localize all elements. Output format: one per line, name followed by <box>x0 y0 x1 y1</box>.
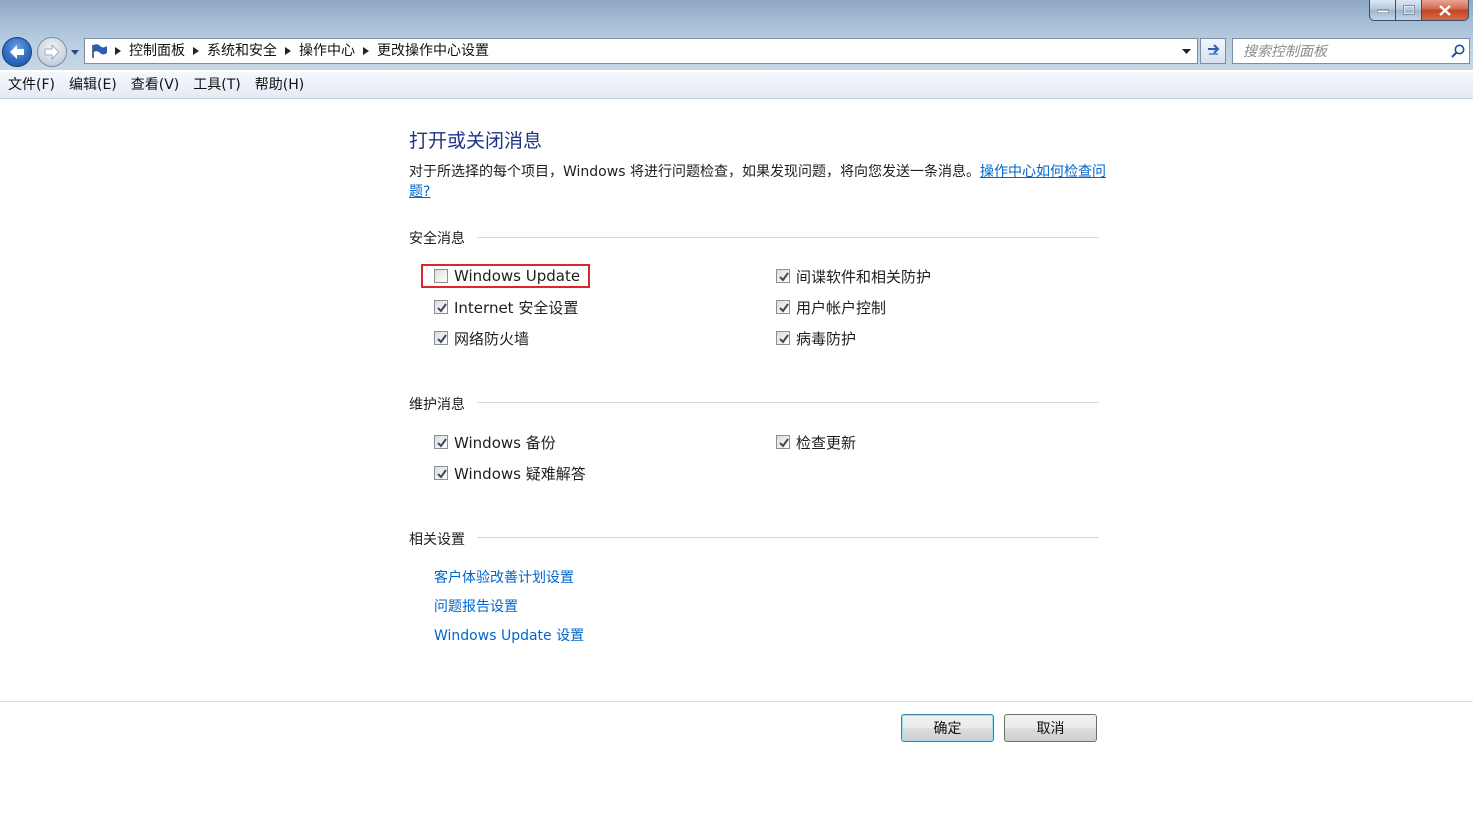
checkmark-icon <box>437 438 447 448</box>
checkbox-virus-protection[interactable]: 病毒防护 <box>776 327 856 349</box>
section-heading-related: 相关设置 <box>409 532 465 548</box>
recent-pages-dropdown[interactable] <box>70 47 80 57</box>
checkbox-spyware-protection[interactable]: 间谍软件和相关防护 <box>776 265 931 287</box>
breadcrumb-separator-icon[interactable] <box>189 39 203 63</box>
section-heading-security: 安全消息 <box>409 231 465 247</box>
checkbox-checked[interactable] <box>434 300 448 314</box>
checkbox-checked[interactable] <box>776 435 790 449</box>
checkmark-icon <box>437 334 447 344</box>
search-placeholder: 搜索控制面板 <box>1243 44 1327 60</box>
menu-help[interactable]: 帮助(H) <box>248 72 311 99</box>
checkbox-label: 用户帐户控制 <box>796 298 887 317</box>
section-divider <box>477 537 1099 538</box>
menu-bar: 文件(F) 编辑(E) 查看(V) 工具(T) 帮助(H) <box>0 72 1473 99</box>
breadcrumb-action-center[interactable]: 操作中心 <box>295 39 359 63</box>
breadcrumb-system-security[interactable]: 系统和安全 <box>203 39 281 63</box>
breadcrumb-current-page[interactable]: 更改操作中心设置 <box>373 39 493 63</box>
back-button[interactable] <box>2 37 32 67</box>
checkbox-label: Internet 安全设置 <box>454 298 579 317</box>
address-bar[interactable]: 控制面板 系统和安全 操作中心 更改操作中心设置 <box>84 38 1198 64</box>
checkbox-checked[interactable] <box>434 435 448 449</box>
cancel-button[interactable]: 取消 <box>1004 714 1097 742</box>
checkbox-windows-troubleshooting[interactable]: Windows 疑难解答 <box>434 462 586 484</box>
checkbox-checked[interactable] <box>776 300 790 314</box>
close-button[interactable] <box>1422 0 1469 21</box>
menu-file[interactable]: 文件(F) <box>1 72 62 99</box>
checkbox-internet-security[interactable]: Internet 安全设置 <box>434 296 578 318</box>
window-controls <box>1369 0 1469 21</box>
maximize-button[interactable] <box>1396 0 1422 21</box>
section-divider <box>477 237 1099 238</box>
checkbox-label: Windows 疑难解答 <box>454 464 586 483</box>
close-icon <box>1439 4 1451 16</box>
content-area: 打开或关闭消息 对于所选择的每个项目，Windows 将进行问题检查，如果发现问… <box>0 100 1473 700</box>
checkmark-icon <box>779 303 789 313</box>
back-arrow-icon <box>10 45 24 59</box>
section-heading-maintenance: 维护消息 <box>409 397 465 413</box>
checkbox-check-updates[interactable]: 检查更新 <box>776 431 856 453</box>
action-center-flag-icon <box>87 39 111 63</box>
checkmark-icon <box>779 438 789 448</box>
refresh-icon <box>1208 44 1220 55</box>
refresh-button[interactable] <box>1200 38 1226 64</box>
search-icon[interactable] <box>1447 39 1469 63</box>
search-input[interactable]: 搜索控制面板 <box>1232 38 1470 64</box>
footer-divider <box>0 701 1473 702</box>
checkmark-icon <box>437 469 447 479</box>
chevron-down-icon <box>71 49 79 55</box>
link-problem-reporting[interactable]: 问题报告设置 <box>434 596 518 616</box>
checkmark-icon <box>779 272 789 282</box>
menu-tools[interactable]: 工具(T) <box>186 72 247 99</box>
forward-arrow-icon <box>44 44 60 60</box>
checkbox-checked[interactable] <box>776 331 790 345</box>
menu-view[interactable]: 查看(V) <box>124 72 187 99</box>
minimize-icon <box>1376 9 1389 13</box>
minimize-button[interactable] <box>1369 0 1396 21</box>
description-text: 对于所选择的每个项目，Windows 将进行问题检查，如果发现问题，将向您发送一… <box>409 164 980 180</box>
checkbox-user-account-control[interactable]: 用户帐户控制 <box>776 296 886 318</box>
checkbox-windows-update[interactable]: Windows Update <box>434 265 580 287</box>
checkbox-label: 病毒防护 <box>796 329 857 348</box>
checkbox-checked[interactable] <box>434 466 448 480</box>
checkbox-windows-backup[interactable]: Windows 备份 <box>434 431 556 453</box>
checkbox-label: Windows Update <box>454 267 581 285</box>
checkbox-network-firewall[interactable]: 网络防火墙 <box>434 327 529 349</box>
checkbox-label: 检查更新 <box>796 433 857 452</box>
checkbox-label: 间谍软件和相关防护 <box>796 267 932 286</box>
checkmark-icon <box>779 334 789 344</box>
restore-icon <box>1402 5 1415 15</box>
section-divider <box>477 402 1099 403</box>
chevron-down-icon <box>1181 48 1191 54</box>
checkbox-label: Windows 备份 <box>454 433 556 452</box>
link-customer-experience[interactable]: 客户体验改善计划设置 <box>434 567 574 587</box>
checkbox-unchecked[interactable] <box>434 269 448 283</box>
forward-button[interactable] <box>37 37 67 67</box>
checkbox-checked[interactable] <box>776 269 790 283</box>
checkmark-icon <box>437 303 447 313</box>
breadcrumb-separator-icon[interactable] <box>359 39 373 63</box>
link-windows-update-settings[interactable]: Windows Update 设置 <box>434 625 584 645</box>
page-description: 对于所选择的每个项目，Windows 将进行问题检查，如果发现问题，将向您发送一… <box>409 162 1119 202</box>
checkbox-label: 网络防火墙 <box>454 329 530 348</box>
breadcrumb-separator-icon[interactable] <box>111 39 125 63</box>
page-title: 打开或关闭消息 <box>409 130 543 152</box>
breadcrumb-control-panel[interactable]: 控制面板 <box>125 39 189 63</box>
checkbox-checked[interactable] <box>434 331 448 345</box>
ok-button[interactable]: 确定 <box>901 714 994 742</box>
address-history-dropdown[interactable] <box>1176 39 1196 63</box>
breadcrumb-separator-icon[interactable] <box>281 39 295 63</box>
menu-edit[interactable]: 编辑(E) <box>62 72 124 99</box>
